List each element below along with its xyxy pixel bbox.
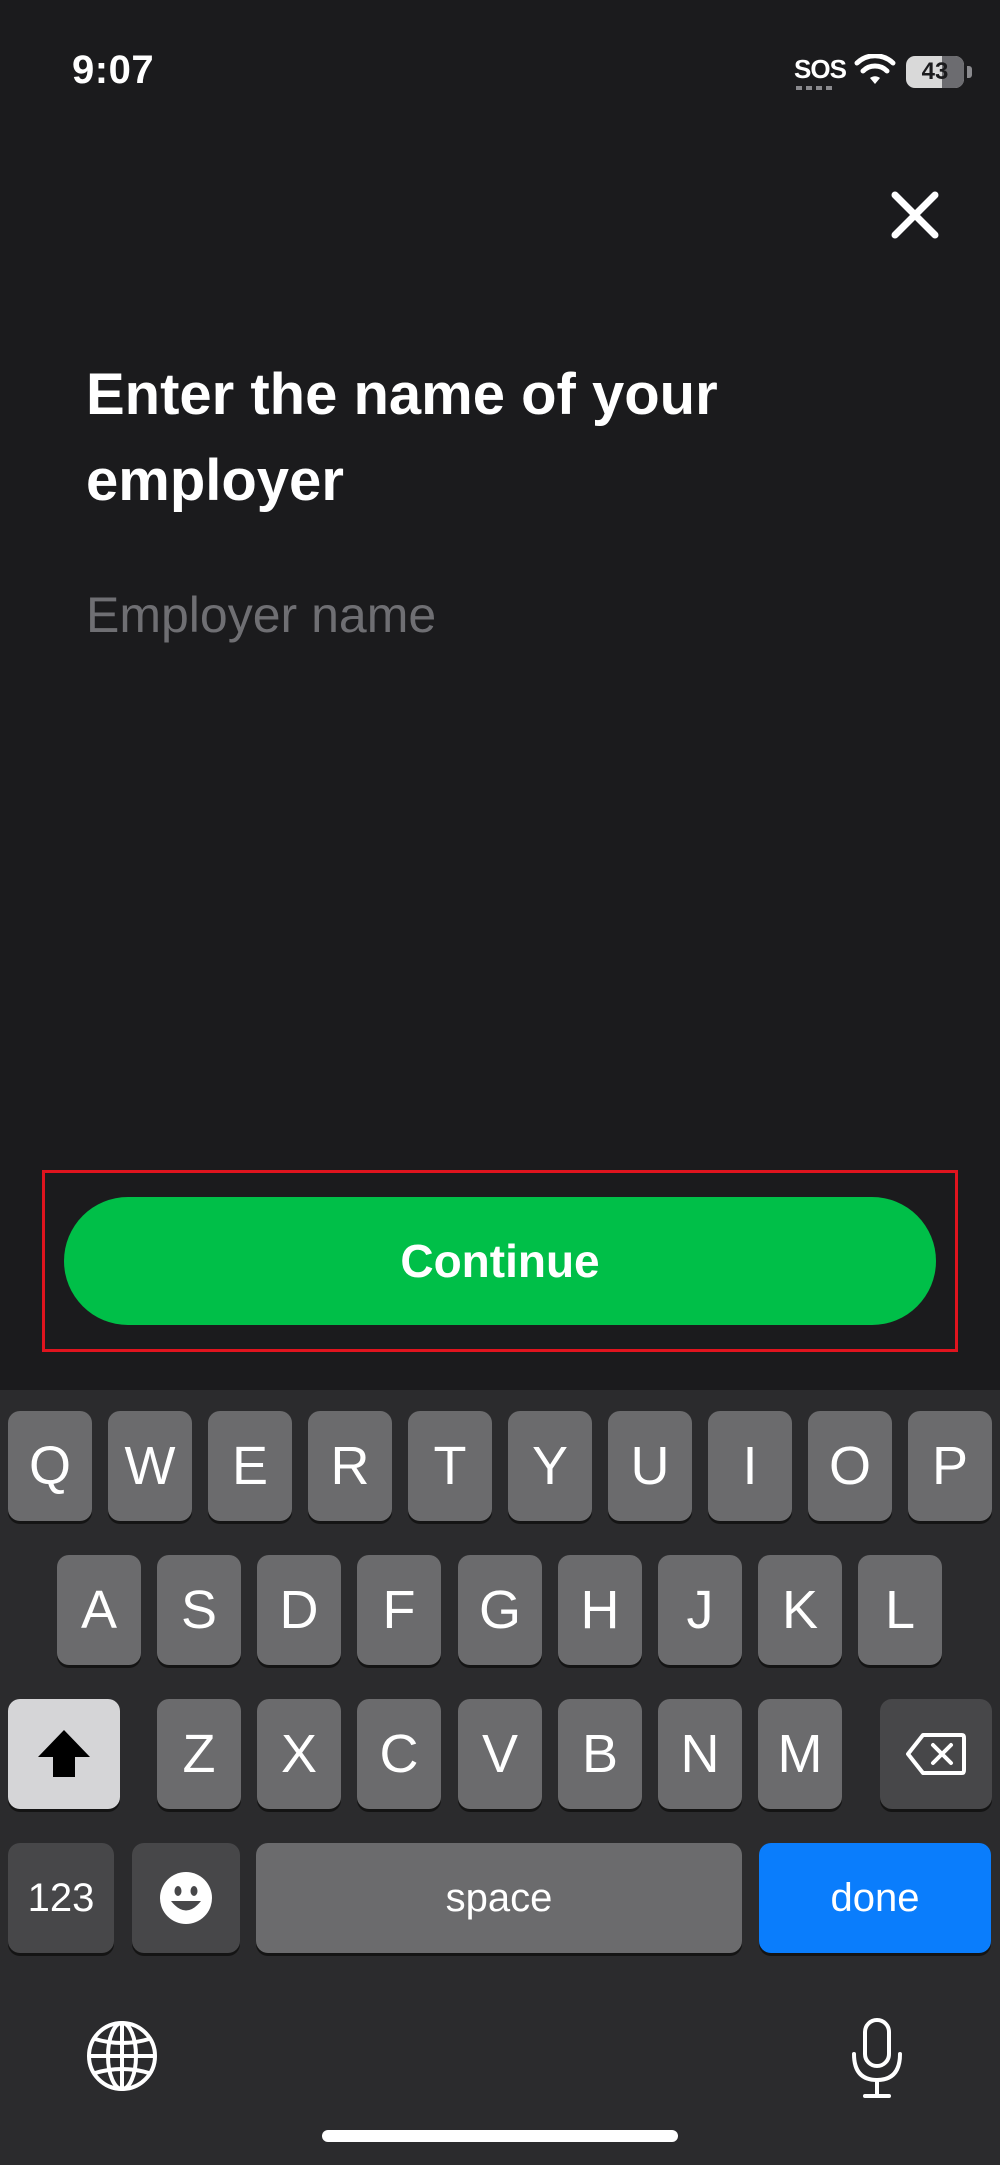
key-v[interactable]: V bbox=[458, 1699, 542, 1809]
key-r[interactable]: R bbox=[308, 1411, 392, 1521]
key-h[interactable]: H bbox=[558, 1555, 642, 1665]
emoji-icon bbox=[160, 1872, 212, 1924]
done-key[interactable]: done bbox=[759, 1843, 991, 1953]
status-bar: 9:07 SOS 43 bbox=[0, 0, 1000, 140]
key-m[interactable]: M bbox=[758, 1699, 842, 1809]
key-q[interactable]: Q bbox=[8, 1411, 92, 1521]
key-i[interactable]: I bbox=[708, 1411, 792, 1521]
battery-icon: 43 bbox=[906, 56, 964, 88]
backspace-key[interactable] bbox=[880, 1699, 992, 1809]
battery-level: 43 bbox=[921, 58, 949, 85]
key-f[interactable]: F bbox=[357, 1555, 441, 1665]
key-n[interactable]: N bbox=[658, 1699, 742, 1809]
signal-dots-icon bbox=[796, 86, 836, 90]
key-b[interactable]: B bbox=[558, 1699, 642, 1809]
employer-name-input[interactable] bbox=[86, 580, 914, 650]
sos-indicator: SOS bbox=[794, 54, 847, 84]
key-d[interactable]: D bbox=[257, 1555, 341, 1665]
page-title: Enter the name of your employer bbox=[86, 362, 718, 513]
key-o[interactable]: O bbox=[808, 1411, 892, 1521]
key-a[interactable]: A bbox=[57, 1555, 141, 1665]
battery-nub bbox=[967, 66, 972, 78]
home-indicator bbox=[322, 2130, 678, 2142]
key-k[interactable]: K bbox=[758, 1555, 842, 1665]
emoji-key[interactable] bbox=[132, 1843, 240, 1953]
status-time: 9:07 bbox=[72, 48, 155, 92]
key-w[interactable]: W bbox=[108, 1411, 192, 1521]
key-l[interactable]: L bbox=[858, 1555, 942, 1665]
key-g[interactable]: G bbox=[458, 1555, 542, 1665]
key-t[interactable]: T bbox=[408, 1411, 492, 1521]
globe-icon[interactable] bbox=[86, 2020, 158, 2092]
key-u[interactable]: U bbox=[608, 1411, 692, 1521]
key-j[interactable]: J bbox=[658, 1555, 742, 1665]
close-icon bbox=[891, 191, 939, 239]
keyboard: Q W E R T Y U I O P A S D F G H J K L Z … bbox=[0, 1390, 1000, 2165]
space-key[interactable]: space bbox=[256, 1843, 742, 1953]
microphone-icon[interactable] bbox=[850, 2018, 904, 2100]
wifi-icon bbox=[854, 54, 896, 84]
shift-key[interactable] bbox=[8, 1699, 120, 1809]
key-e[interactable]: E bbox=[208, 1411, 292, 1521]
key-c[interactable]: C bbox=[357, 1699, 441, 1809]
continue-button[interactable]: Continue bbox=[64, 1197, 936, 1325]
key-x[interactable]: X bbox=[257, 1699, 341, 1809]
numbers-key[interactable]: 123 bbox=[8, 1843, 114, 1953]
key-y[interactable]: Y bbox=[508, 1411, 592, 1521]
shift-icon bbox=[38, 1730, 90, 1777]
key-z[interactable]: Z bbox=[157, 1699, 241, 1809]
key-s[interactable]: S bbox=[157, 1555, 241, 1665]
key-p[interactable]: P bbox=[908, 1411, 992, 1521]
close-button[interactable] bbox=[880, 180, 950, 250]
backspace-icon bbox=[906, 1733, 966, 1775]
